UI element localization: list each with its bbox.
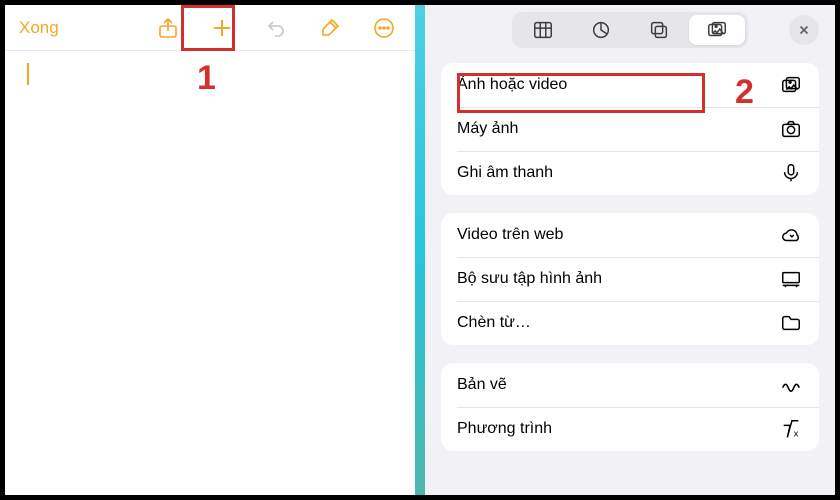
brush-icon[interactable] [317,15,343,41]
close-icon[interactable] [789,15,819,45]
plus-icon[interactable] [209,15,235,41]
menu-item-photo-video[interactable]: Ảnh hoặc video [441,63,819,107]
editor-toolbar: Xong [5,5,415,51]
menu-item-label: Phương trình [457,420,779,438]
menu-item-label: Máy ảnh [457,120,779,138]
scribble-icon [779,373,803,397]
text-cursor [27,63,29,85]
equation-icon: x [779,417,803,441]
menu-item-label: Chèn từ… [457,314,779,332]
menu-item-insert-from[interactable]: Chèn từ… [441,301,819,345]
split-divider [415,5,425,495]
more-icon[interactable] [371,15,397,41]
menu-group: Ảnh hoặc video Máy ảnh Ghi âm thanh [441,63,819,195]
folder-icon [779,311,803,335]
menu-item-label: Ghi âm thanh [457,164,779,182]
seg-shapes-icon[interactable] [631,15,687,45]
menu-item-label: Bộ sưu tập hình ảnh [457,270,779,288]
menu-item-web-video[interactable]: Video trên web [441,213,819,257]
insert-panel-header [425,5,835,55]
done-button[interactable]: Xong [13,14,65,42]
editor-pane: Xong [5,5,415,495]
segmented-control [512,12,748,48]
insert-menu: Ảnh hoặc video Máy ảnh Ghi âm thanh [425,55,835,477]
seg-chart-icon[interactable] [573,15,629,45]
share-icon[interactable] [155,15,181,41]
menu-item-drawing[interactable]: Bản vẽ [441,363,819,407]
menu-item-camera[interactable]: Máy ảnh [441,107,819,151]
seg-media-icon[interactable] [689,15,745,45]
camera-icon [779,117,803,141]
menu-item-equation[interactable]: Phương trình x [441,407,819,451]
menu-item-label: Ảnh hoặc video [457,76,779,94]
seg-table-icon[interactable] [515,15,571,45]
svg-text:x: x [794,428,799,438]
menu-item-audio[interactable]: Ghi âm thanh [441,151,819,195]
mic-icon [779,161,803,185]
menu-item-label: Bản vẽ [457,376,779,394]
undo-icon[interactable] [263,15,289,41]
menu-item-gallery[interactable]: Bộ sưu tập hình ảnh [441,257,819,301]
menu-group: Bản vẽ Phương trình x [441,363,819,451]
menu-group: Video trên web Bộ sưu tập hình ảnh Chèn … [441,213,819,345]
photo-stack-icon [779,73,803,97]
gallery-icon [779,267,803,291]
insert-panel: Ảnh hoặc video Máy ảnh Ghi âm thanh [425,5,835,495]
cloud-icon [779,223,803,247]
menu-item-label: Video trên web [457,226,779,244]
